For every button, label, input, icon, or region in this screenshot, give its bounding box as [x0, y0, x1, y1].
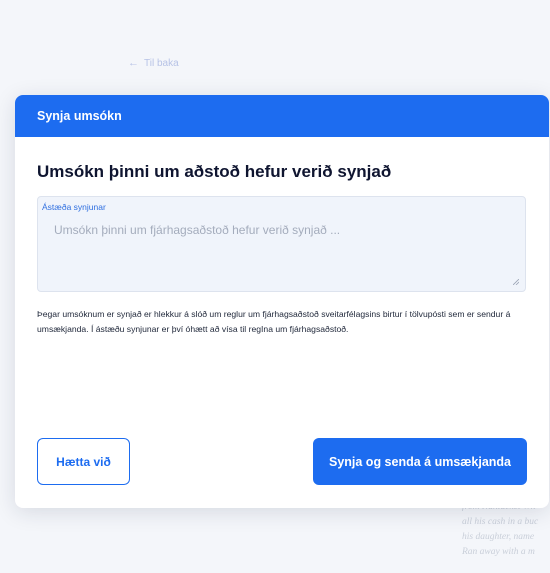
resize-handle-icon[interactable] [513, 279, 519, 285]
reason-field: Ástæða synjunar [37, 196, 526, 292]
reject-and-send-button[interactable]: Synja og senda á umsækjanda [313, 438, 527, 485]
reject-application-modal: Synja umsókn Umsókn þinni um aðstoð hefu… [15, 95, 549, 508]
modal-header: Synja umsókn [15, 95, 549, 137]
modal-title: Umsókn þinni um aðstoð hefur verið synja… [37, 162, 392, 181]
quote-line: Ran away with a m [462, 547, 535, 557]
cancel-button[interactable]: Hætta við [37, 438, 130, 485]
back-link[interactable]: ← Til baka [128, 57, 179, 70]
arrow-left-icon: ← [128, 57, 139, 69]
quote-line: his daughter, name [462, 532, 535, 542]
back-link-label: Til baka [144, 58, 179, 69]
reason-textarea[interactable] [38, 197, 525, 291]
info-text: Þegar umsóknum er synjað er hlekkur á sl… [37, 309, 511, 334]
quote-line: all his cash in a buc [462, 517, 539, 527]
background-quote: from Nantucket Wh all his cash in a buc … [462, 500, 550, 560]
reason-field-label: Ástæða synjunar [42, 202, 106, 212]
